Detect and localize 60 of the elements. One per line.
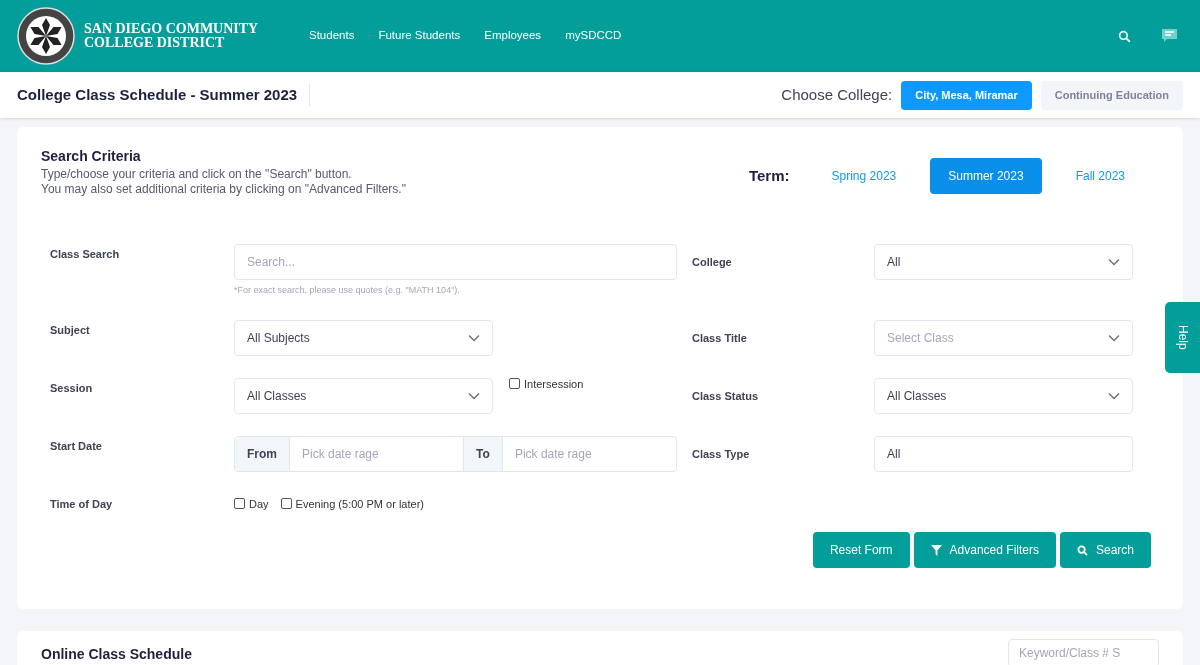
section-title: Online Class Schedule [41,645,192,664]
checkbox-label: Intersession [524,376,584,392]
select-field[interactable]: All Classes [234,377,493,414]
help-tab[interactable]: Help [1165,302,1200,373]
chevron-down-icon [1108,391,1120,400]
district-name[interactable]: SAN DIEGO COMMUNITY COLLEGE DISTRICT [84,22,259,50]
from-label: From [235,436,290,471]
chevron-down-icon [1108,333,1120,342]
select-field[interactable]: All [874,244,1133,280]
reset-button[interactable]: Reset Form [812,532,910,568]
date-range-field[interactable]: From Pick date rage To Pick date rage [234,435,677,472]
select-field[interactable]: All Classes [874,377,1133,414]
field-label: Class Search [50,247,121,262]
date-field[interactable]: Pick date rage [290,436,464,471]
field-label: Subject [50,322,91,338]
seal-logo-icon[interactable] [17,7,75,65]
search-button[interactable]: Search [1059,532,1151,568]
field-label: Session [50,380,94,396]
field-label: Class Status [692,388,760,404]
college-tab[interactable]: Continuing Education [1040,80,1183,110]
keyword-field[interactable]: Keyword/Class # S [1008,639,1159,665]
field-label: Time of Day [50,496,114,512]
field-label: Start Date [50,438,103,454]
chevron-down-icon [1108,258,1120,266]
nav-link[interactable]: Future Students [378,27,461,45]
text-field[interactable]: All [874,435,1133,472]
term-tab[interactable]: Fall 2023 [1057,158,1143,194]
instruction-text: Type/choose your criteria and click on the "Search" button. [41,167,353,182]
checkbox-label: Day [249,496,269,512]
hint-text: *For exact search, please use quotes (e.g. "MATH 104"). [234,284,461,297]
chat-icon[interactable] [1161,28,1178,44]
nav-link[interactable]: Employees [484,27,542,45]
term-label: Term: [748,165,790,186]
search-field[interactable]: Search... [234,244,677,280]
chevron-down-icon [468,333,480,342]
checkbox[interactable] [234,498,245,510]
college-tab[interactable]: City, Mesa, Miramar [901,80,1032,110]
term-tab[interactable]: Summer 2023 [930,158,1042,194]
filters-button[interactable]: Advanced Filters [913,532,1056,568]
nav-link[interactable]: Students [309,27,355,45]
field-label: Class Type [692,446,751,462]
search-icon [1076,544,1088,556]
field-label: College [692,255,733,270]
checkbox[interactable] [509,378,520,390]
nav-link[interactable]: mySDCCD [565,27,622,45]
term-tab[interactable]: Spring 2023 [813,158,915,194]
field-label: Class Title [692,330,748,346]
section-title: Search Criteria [41,147,142,166]
checkbox[interactable] [280,498,292,510]
chevron-down-icon [468,391,480,400]
instruction-text: You may also set additional criteria by clicking on "Advanced Filters." [41,182,406,197]
checkbox-label: Evening (5:00 PM or later) [295,496,424,512]
to-label: To [463,436,503,471]
select-field[interactable]: All Subjects [234,319,493,356]
choose-college-label: Choose College: [781,84,893,105]
date-field[interactable]: Pick date rage [502,436,676,471]
search-icon[interactable] [1118,29,1131,43]
page-title: College Class Schedule - Summer 2023 [17,83,311,107]
select-field[interactable]: Select Class [874,319,1133,356]
filter-icon [930,544,942,556]
